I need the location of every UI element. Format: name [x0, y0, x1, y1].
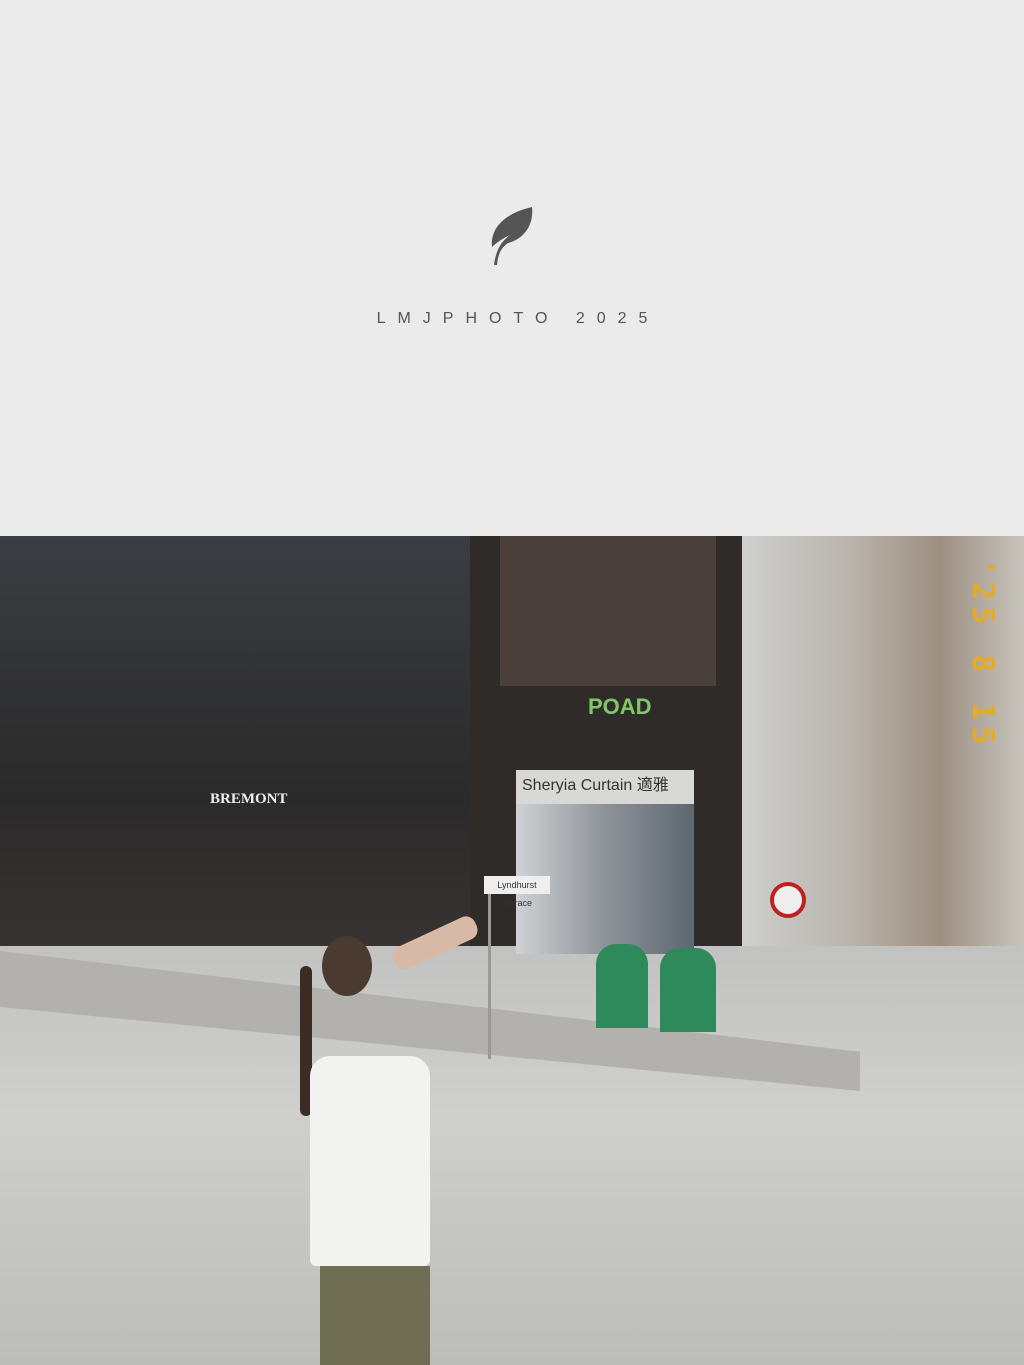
sign-pole: [488, 894, 491, 1059]
mailbox: [660, 948, 716, 1032]
left-building: [0, 536, 480, 976]
header: LMJPHOTO 2025: [0, 0, 1024, 536]
leaf-icon: [491, 207, 533, 265]
curtain-shop-sign: Sheryia Curtain 適雅: [516, 770, 694, 804]
mailbox: [596, 944, 648, 1028]
street-sign: Lyndhurst Terrace: [484, 876, 550, 908]
corner-building-top: [500, 536, 716, 686]
person-with-camera: [300, 913, 481, 1365]
street-photo: POAD Sheryia Curtain 適雅 BREMONT Lyndhurs…: [0, 536, 1024, 1365]
date-stamp: '25 8 15: [965, 558, 1000, 751]
bremont-sign: BREMONT: [210, 791, 288, 807]
brand-text: LMJPHOTO 2025: [376, 310, 660, 327]
shop-sign: POAD: [588, 694, 652, 719]
traffic-sign: [770, 882, 806, 918]
